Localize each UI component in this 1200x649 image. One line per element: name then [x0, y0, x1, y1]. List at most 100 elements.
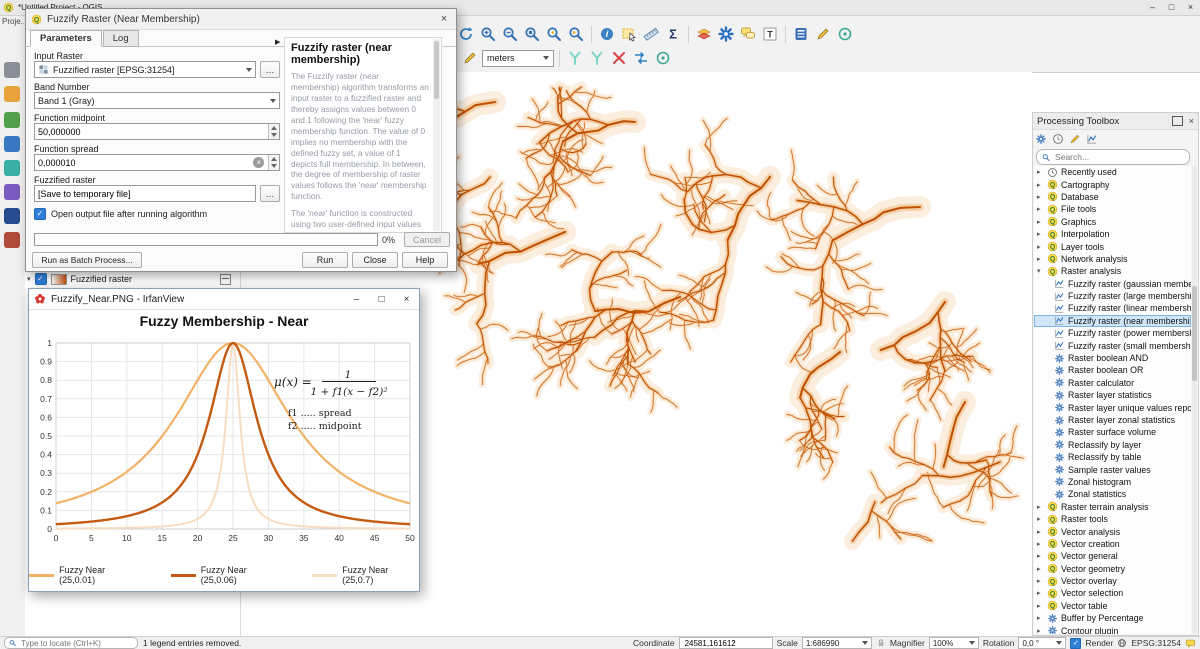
toolbox-algorithm[interactable]: Fuzzify raster (large membership) [1034, 290, 1191, 302]
zoom-in-icon[interactable] [478, 24, 498, 44]
toolbox-group[interactable]: ▸Vector table [1034, 600, 1191, 612]
clear-value-icon[interactable]: × [253, 157, 264, 168]
zoom-last-icon[interactable] [544, 24, 564, 44]
collapse-all-icon[interactable] [220, 274, 231, 285]
input-raster-combo[interactable]: Fuzzified raster [EPSG:31254] [34, 61, 256, 78]
toolbox-search[interactable] [1036, 149, 1190, 165]
help-scrollbar[interactable] [433, 39, 440, 231]
close-icon[interactable]: × [394, 290, 419, 309]
spin-buttons[interactable] [268, 155, 279, 170]
output-field[interactable] [34, 185, 256, 202]
toolbox-algorithm[interactable]: Reclassify by table [1034, 451, 1191, 463]
layer-item[interactable]: ▾ ✓ Fuzzified raster [27, 272, 237, 286]
toolbox-group[interactable]: ▸Network analysis [1034, 253, 1191, 265]
close-button[interactable]: Close [352, 252, 398, 268]
select-features-icon[interactable] [619, 24, 639, 44]
locate-input[interactable] [19, 638, 133, 649]
spin-down-icon[interactable] [271, 164, 277, 168]
locate-box[interactable] [4, 637, 138, 649]
tab-parameters[interactable]: Parameters [30, 30, 102, 47]
output-input[interactable] [38, 189, 252, 199]
render-checkbox[interactable]: ✓ [1070, 638, 1081, 649]
lock-icon[interactable] [876, 638, 886, 648]
current-edits-icon[interactable] [460, 48, 480, 68]
toolbox-group[interactable]: ▸Raster tools [1034, 513, 1191, 525]
toolbox-group[interactable]: ▸Raster terrain analysis [1034, 501, 1191, 513]
toolbox-group[interactable]: ▸Cartography [1034, 178, 1191, 190]
scrollbar-thumb[interactable] [434, 41, 439, 99]
toolbox-algorithm[interactable]: Fuzzify raster (power membership) [1034, 327, 1191, 339]
coordinate-input[interactable] [683, 638, 769, 649]
toolbox-algorithm[interactable]: Fuzzify raster (small membership) [1034, 339, 1191, 351]
text-annotation-icon[interactable] [760, 24, 780, 44]
toolbox-group[interactable]: ▸File tools [1034, 203, 1191, 215]
toolbox-group[interactable]: ▸Graphics [1034, 216, 1191, 228]
map-tips-icon[interactable] [738, 24, 758, 44]
toolbox-algorithm[interactable]: Raster boolean AND [1034, 352, 1191, 364]
spin-up-icon[interactable] [271, 126, 277, 130]
toolbox-group[interactable]: ▸Layer tools [1034, 240, 1191, 252]
toolbox-group[interactable]: ▸Vector selection [1034, 587, 1191, 599]
toolbox-algorithm[interactable]: Raster boolean OR [1034, 364, 1191, 376]
float-panel-icon[interactable] [1172, 116, 1183, 126]
spin-down-icon[interactable] [271, 133, 277, 137]
maximize-icon[interactable]: □ [1162, 0, 1181, 15]
toolbox-group[interactable]: ▾Raster analysis [1034, 265, 1191, 277]
toolbox-group[interactable]: ▸Buffer by Percentage [1034, 612, 1191, 624]
toolbox-algorithm[interactable]: Zonal statistics [1034, 488, 1191, 500]
collapse-help-icon[interactable]: ▶ [275, 38, 280, 46]
batch-button[interactable]: Run as Batch Process... [32, 252, 142, 268]
swap-arrows-icon[interactable] [631, 48, 651, 68]
output-browse-button[interactable]: … [260, 185, 280, 202]
toolbox-options-icon[interactable] [1035, 133, 1047, 145]
topology-icon[interactable] [653, 48, 673, 68]
measure-icon[interactable] [641, 24, 661, 44]
python-console-icon[interactable] [791, 24, 811, 44]
cancel-button[interactable]: Cancel [404, 232, 450, 247]
close-icon[interactable]: × [1181, 0, 1200, 15]
statistics-icon[interactable] [663, 24, 683, 44]
coordinate-box[interactable] [679, 637, 773, 649]
new-spatialite-icon[interactable] [4, 136, 20, 152]
history-icon[interactable] [1052, 133, 1064, 145]
toolbox-algorithm[interactable]: Raster layer unique values report [1034, 401, 1191, 413]
toolbox-group[interactable]: ▸Recently used [1034, 166, 1191, 178]
toolbox-group[interactable]: ▸Vector analysis [1034, 525, 1191, 537]
toolbox-algorithm[interactable]: Sample raster values [1034, 463, 1191, 475]
edit-icon[interactable] [813, 24, 833, 44]
input-raster-browse-button[interactable]: … [260, 61, 280, 78]
irfanview-title-bar[interactable]: Fuzzify_Near.PNG - IrfanView – □ × [29, 289, 419, 310]
dialog-close-icon[interactable]: × [432, 13, 456, 25]
zoom-full-icon[interactable] [522, 24, 542, 44]
tab-log[interactable]: Log [103, 30, 139, 47]
results-viewer-icon[interactable] [1086, 133, 1098, 145]
snapping-vertex-icon[interactable] [587, 48, 607, 68]
data-source-manager-icon[interactable] [4, 62, 20, 78]
toolbox-algorithm[interactable]: Raster layer statistics [1034, 389, 1191, 401]
new-mesh-icon[interactable] [4, 160, 20, 176]
run-button[interactable]: Run [302, 252, 348, 268]
scale-combo[interactable]: 1:686990 [802, 637, 872, 649]
snapping-intersection-icon[interactable] [609, 48, 629, 68]
expand-icon[interactable]: ▾ [27, 275, 31, 283]
message-log-icon[interactable] [1185, 638, 1196, 649]
toolbox-algorithm[interactable]: Raster calculator [1034, 377, 1191, 389]
units-combo[interactable]: meters [482, 50, 554, 67]
spread-spinbox[interactable]: × [34, 154, 280, 171]
rotation-box[interactable]: 0,0 ° [1018, 637, 1066, 649]
processing-icon[interactable] [716, 24, 736, 44]
tracing-icon[interactable] [835, 24, 855, 44]
toolbox-group[interactable]: ▸Database [1034, 191, 1191, 203]
toolbox-algorithm[interactable]: Raster surface volume [1034, 426, 1191, 438]
band-combo[interactable]: Band 1 (Gray) [34, 92, 280, 109]
spread-input[interactable] [38, 158, 249, 168]
toolbox-algorithm[interactable]: Fuzzify raster (linear membership) [1034, 302, 1191, 314]
new-shapefile-icon[interactable] [4, 112, 20, 128]
minimize-icon[interactable]: – [1143, 0, 1162, 15]
refresh-icon[interactable] [456, 24, 476, 44]
toolbox-group[interactable]: ▸Vector creation [1034, 538, 1191, 550]
zoom-next-icon[interactable] [566, 24, 586, 44]
scrollbar-thumb[interactable] [1192, 286, 1197, 381]
snapping-guide-icon[interactable] [565, 48, 585, 68]
new-geopackage-icon[interactable] [4, 86, 20, 102]
